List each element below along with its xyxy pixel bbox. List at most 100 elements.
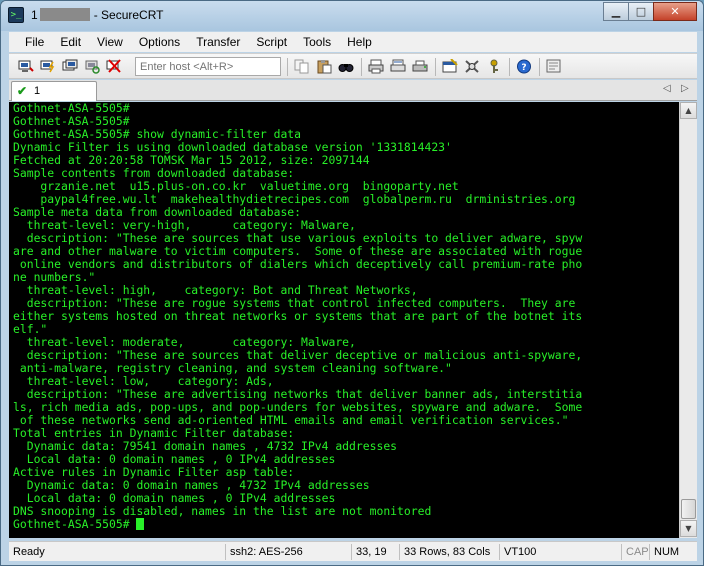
title-bar[interactable]: >_ 1- SecureCRT ▁ □ ✕	[1, 1, 703, 31]
terminal-line: description: "These are advertising netw…	[13, 388, 679, 401]
title-prefix: 1	[31, 8, 38, 22]
terminal-line-text: Dynamic data: 79541 domain names , 4732 …	[13, 440, 398, 453]
terminal-line: threat-level: low, category: Ads,	[13, 375, 679, 388]
window-controls: ▁ □ ✕	[603, 2, 697, 22]
terminal-line-text: threat-level: low, category: Ads,	[13, 375, 274, 388]
menu-tools[interactable]: Tools	[295, 32, 339, 52]
menu-script[interactable]: Script	[248, 32, 295, 52]
toolbar-separator	[287, 58, 288, 76]
terminal-line-text: grzanie.net u15.plus-on.co.kr valuetime.…	[13, 180, 459, 193]
terminal-line: either systems hosted on threat networks…	[13, 310, 679, 323]
print-setup-icon[interactable]	[389, 58, 407, 75]
status-emulation: VT100	[499, 544, 536, 560]
terminal-line-text: Fetched at 20:20:58 TOMSK Mar 15 2012, s…	[13, 154, 370, 167]
status-caps-lock: CAP	[621, 544, 649, 560]
terminal-line: Sample contents from downloaded database…	[13, 167, 679, 180]
session-options-icon[interactable]	[441, 58, 459, 75]
terminal-line-text: of these networks send ad-oriented HTML …	[13, 414, 569, 427]
terminal-line-text: elf."	[13, 323, 48, 336]
global-options-icon[interactable]	[463, 58, 481, 75]
terminal-line-text: paypal4free.wu.lt makehealthydietrecipes…	[13, 193, 576, 206]
menu-help[interactable]: Help	[339, 32, 380, 52]
terminal-line-text: Gothnet-ASA-5505#	[13, 115, 130, 128]
enter-host-input[interactable]	[135, 57, 281, 76]
reconnect-icon[interactable]	[83, 58, 101, 75]
disconnect-icon[interactable]	[105, 58, 123, 75]
quick-connect-icon[interactable]	[39, 58, 57, 75]
terminal-line-text: Local data: 0 domain names , 0 IPv4 addr…	[13, 453, 336, 466]
terminal-line: description: "These are sources that del…	[13, 349, 679, 362]
terminal-line-text: online vendors and distributors of diale…	[13, 258, 583, 271]
terminal-line: Fetched at 20:20:58 TOMSK Mar 15 2012, s…	[13, 154, 679, 167]
status-ready: Ready	[13, 546, 45, 558]
paste-icon[interactable]	[315, 58, 333, 75]
terminal-line-text: ls, rich media ads, pop-ups, and pop-und…	[13, 401, 583, 414]
svg-text:?: ?	[521, 63, 526, 73]
terminal-line-text: Dynamic Filter is using downloaded datab…	[13, 141, 452, 154]
terminal-line-text: threat-level: very-high, category: Malwa…	[13, 219, 356, 232]
tab-scroll-left-icon[interactable]: ◁	[663, 83, 671, 94]
redacted-title-block	[39, 8, 90, 21]
menu-options[interactable]: Options	[131, 32, 188, 52]
terminal-line-text: Gothnet-ASA-5505#	[13, 102, 130, 115]
terminal-line-text: description: "These are sources that use…	[13, 232, 583, 245]
window-title: 1- SecureCRT	[31, 8, 164, 22]
terminal-line-text: Gothnet-ASA-5505#	[13, 518, 137, 531]
scroll-down-icon[interactable]: ▼	[680, 520, 697, 537]
close-button[interactable]: ✕	[653, 2, 697, 21]
securecrt-app-icon[interactable]: >_	[8, 7, 24, 23]
connected-check-icon: ✔	[17, 84, 28, 98]
menu-view[interactable]: View	[89, 32, 131, 52]
securecrt-window: >_ 1- SecureCRT ▁ □ ✕ File Edit View Opt…	[0, 0, 704, 566]
terminal-line: ls, rich media ads, pop-ups, and pop-und…	[13, 401, 679, 414]
connect-icon[interactable]	[17, 58, 35, 75]
terminal-line: Dynamic data: 0 domain names , 4732 IPv4…	[13, 479, 679, 492]
terminal-line: description: "These are sources that use…	[13, 232, 679, 245]
toolbar-separator	[435, 58, 436, 76]
terminal-line: are and other malware to victim computer…	[13, 245, 679, 258]
terminal-line: threat-level: very-high, category: Malwa…	[13, 219, 679, 232]
sftp-icon[interactable]	[545, 58, 563, 75]
print-icon[interactable]	[367, 58, 385, 75]
terminal-line: threat-level: high, category: Bot and Th…	[13, 284, 679, 297]
terminal-line: description: "These are rogue systems th…	[13, 297, 679, 310]
status-num-lock: NUM	[649, 544, 679, 560]
help-icon[interactable]: ?	[515, 58, 533, 75]
terminal-scrollbar[interactable]: ▲ ▼	[679, 102, 697, 538]
terminal-line-text: ne numbers."	[13, 271, 96, 284]
status-protocol: ssh2: AES-256	[225, 544, 303, 560]
toolbar-separator	[539, 58, 540, 76]
menu-file[interactable]: File	[17, 32, 52, 52]
terminal-line-text: DNS snooping is disabled, names in the l…	[13, 505, 432, 518]
keymap-icon[interactable]	[485, 58, 503, 75]
scroll-thumb[interactable]	[681, 499, 696, 519]
menu-transfer[interactable]: Transfer	[188, 32, 248, 52]
tab-scroll-right-icon[interactable]: ▷	[681, 83, 689, 94]
terminal-line-text: Dynamic data: 0 domain names , 4732 IPv4…	[13, 479, 370, 492]
status-terminal-size: 33 Rows, 83 Cols	[399, 544, 490, 560]
terminal-line-text: are and other malware to victim computer…	[13, 245, 583, 258]
terminal-line: Sample meta data from downloaded databas…	[13, 206, 679, 219]
terminal-line: Active rules in Dynamic Filter asp table…	[13, 466, 679, 479]
terminal-line: of these networks send ad-oriented HTML …	[13, 414, 679, 427]
minimize-button[interactable]: ▁	[603, 2, 629, 21]
terminal-line: DNS snooping is disabled, names in the l…	[13, 505, 679, 518]
terminal-line: online vendors and distributors of diale…	[13, 258, 679, 271]
maximize-button[interactable]: □	[628, 2, 654, 21]
menu-edit[interactable]: Edit	[52, 32, 89, 52]
terminal-line: Gothnet-ASA-5505#	[13, 115, 679, 128]
terminal-line-text: description: "These are advertising netw…	[13, 388, 583, 401]
scroll-up-icon[interactable]: ▲	[680, 102, 697, 119]
menu-bar: File Edit View Options Transfer Script T…	[9, 32, 697, 52]
copy-icon[interactable]	[293, 58, 311, 75]
terminal-line: Dynamic Filter is using downloaded datab…	[13, 141, 679, 154]
connect-tab-icon[interactable]	[61, 58, 79, 75]
toolbar-separator	[509, 58, 510, 76]
find-icon[interactable]	[337, 58, 355, 75]
printer-icon[interactable]	[411, 58, 429, 75]
terminal-line-text: description: "These are sources that del…	[13, 349, 583, 362]
terminal-line: threat-level: moderate, category: Malwar…	[13, 336, 679, 349]
toolbar-separator	[361, 58, 362, 76]
session-tab[interactable]: ✔ 1	[11, 81, 97, 101]
terminal-output[interactable]: Gothnet-ASA-5505# Gothnet-ASA-5505# Gothne…	[9, 102, 679, 538]
